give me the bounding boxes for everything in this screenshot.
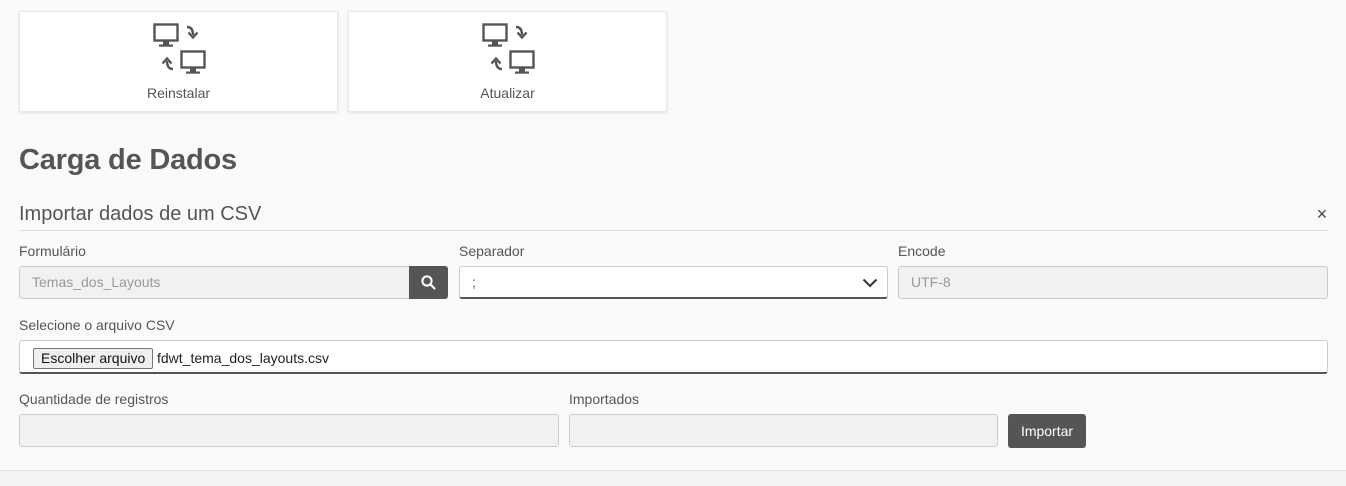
footer-bar bbox=[0, 470, 1346, 486]
import-button[interactable]: Importar bbox=[1008, 414, 1086, 448]
separador-select[interactable]: ; bbox=[459, 266, 888, 299]
search-button[interactable] bbox=[409, 266, 448, 299]
reinstalar-label: Reinstalar bbox=[146, 85, 211, 101]
page-title: Carga de Dados bbox=[19, 144, 237, 176]
choose-file-button[interactable]: Escolher arquivo bbox=[33, 348, 154, 369]
formulario-label: Formulário bbox=[19, 243, 86, 259]
sync-computers-icon bbox=[153, 23, 206, 74]
section-divider bbox=[19, 230, 1328, 231]
separador-label: Separador bbox=[459, 243, 525, 259]
importados-field[interactable] bbox=[569, 414, 998, 447]
atualizar-card[interactable]: Atualizar bbox=[348, 11, 667, 112]
sync-computers-icon bbox=[482, 23, 535, 74]
arquivo-label: Selecione o arquivo CSV bbox=[19, 317, 175, 333]
encode-field[interactable]: UTF-8 bbox=[898, 266, 1328, 299]
reinstalar-card[interactable]: Reinstalar bbox=[19, 11, 338, 112]
quantidade-field[interactable] bbox=[19, 414, 559, 447]
atualizar-label: Atualizar bbox=[480, 85, 535, 101]
search-icon bbox=[421, 275, 436, 290]
separador-value: ; bbox=[472, 274, 476, 290]
importados-label: Importados bbox=[569, 391, 640, 407]
section-title: Importar dados de um CSV bbox=[19, 203, 262, 225]
file-name: fdwt_tema_dos_layouts.csv bbox=[157, 350, 329, 366]
file-input[interactable]: Escolher arquivo fdwt_tema_dos_layouts.c… bbox=[19, 340, 1328, 374]
quantidade-label: Quantidade de registros bbox=[19, 391, 169, 407]
encode-label: Encode bbox=[898, 243, 946, 259]
chevron-down-icon bbox=[862, 278, 878, 288]
formulario-field[interactable]: Temas_dos_Layouts bbox=[19, 266, 410, 299]
close-button[interactable]: × bbox=[1313, 204, 1331, 224]
